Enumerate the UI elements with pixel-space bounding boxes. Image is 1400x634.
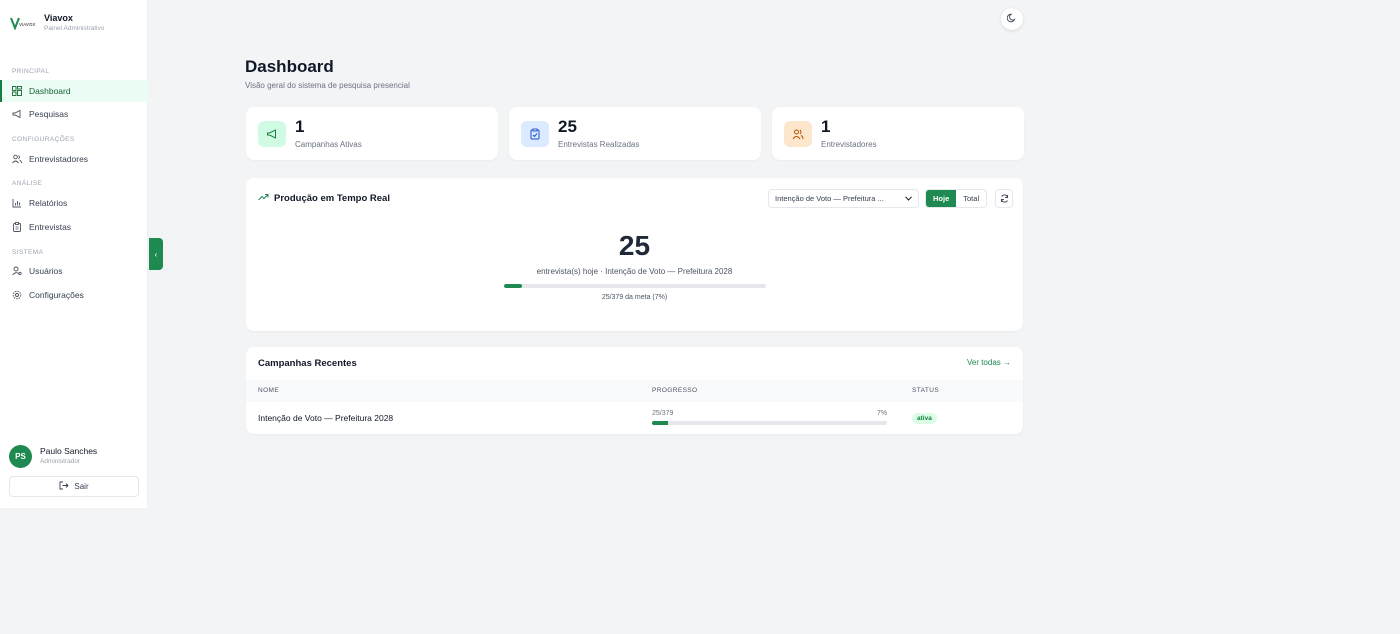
sidebar-item-label: Entrevistadores xyxy=(29,154,89,164)
campaign-name: Intenção de Voto — Prefeitura 2028 xyxy=(258,413,394,423)
gear-icon xyxy=(12,290,22,300)
user-role: Administrador xyxy=(40,458,81,465)
sidebar-item-relatorios[interactable]: Relatórios xyxy=(0,192,148,214)
sidebar-item-pesquisas[interactable]: Pesquisas xyxy=(0,103,148,125)
sidebar: VIAVOX Viavox Painel Administrativo PRIN… xyxy=(0,0,148,508)
user-cog-icon xyxy=(12,266,22,276)
section-label-configuracoes: CONFIGURAÇÕES xyxy=(12,136,75,143)
recent-campaigns-card: Campanhas Recentes Ver todas → NOME PROG… xyxy=(246,347,1023,434)
stat-label: Entrevistas Realizadas xyxy=(558,140,640,149)
logout-icon xyxy=(59,481,70,492)
stat-card-campanhas: 1 Campanhas Ativas xyxy=(246,107,498,160)
moon-icon xyxy=(1006,10,1017,28)
refresh-button[interactable] xyxy=(995,189,1013,208)
campaign-progress-percent: 7% xyxy=(877,410,888,417)
sidebar-item-label: Pesquisas xyxy=(29,109,69,119)
brand-subtitle: Painel Administrativo xyxy=(44,24,105,32)
stat-card-entrevistadores: 1 Entrevistadores xyxy=(772,107,1024,160)
user-profile: PS Paulo Sanches Administrador xyxy=(9,445,97,468)
production-goal-text: 25/379 da meta (7%) xyxy=(601,294,668,301)
page-subtitle: Visão geral do sistema de pesquisa prese… xyxy=(245,81,410,90)
sidebar-item-entrevistas[interactable]: Entrevistas xyxy=(0,216,148,238)
clipboard-icon xyxy=(12,222,22,232)
section-label-principal: PRINCIPAL xyxy=(12,68,50,75)
stat-label: Campanhas Ativas xyxy=(295,140,362,149)
sidebar-item-entrevistadores[interactable]: Entrevistadores xyxy=(0,148,148,170)
status-badge: ativa xyxy=(912,413,937,424)
stat-label: Entrevistadores xyxy=(821,140,877,149)
trending-up-icon xyxy=(258,193,269,204)
avatar: PS xyxy=(9,445,32,468)
sidebar-item-label: Relatórios xyxy=(29,198,68,208)
stat-value: 1 xyxy=(821,117,831,136)
logout-label: Sair xyxy=(74,482,89,491)
refresh-icon xyxy=(1000,190,1009,208)
sidebar-item-dashboard[interactable]: Dashboard xyxy=(0,80,148,102)
chevron-down-icon xyxy=(905,194,912,203)
production-progress-bar xyxy=(504,284,766,288)
toggle-total-button[interactable]: Total xyxy=(956,190,986,207)
view-all-link[interactable]: Ver todas → xyxy=(967,358,1011,367)
brand: VIAVOX Viavox Painel Administrativo xyxy=(10,12,104,34)
campaign-progress-fill xyxy=(652,421,669,425)
sidebar-item-label: Dashboard xyxy=(29,86,71,96)
sidebar-collapse-button[interactable]: ‹ xyxy=(149,238,163,270)
production-progress-fill xyxy=(504,284,523,288)
logout-button[interactable]: Sair xyxy=(9,476,139,497)
brand-name: Viavox xyxy=(44,12,73,23)
campaign-progress-bar xyxy=(652,421,887,425)
table-header: NOME PROGRESSO STATUS xyxy=(246,380,1023,402)
period-toggle: Hoje Total xyxy=(925,189,988,208)
sidebar-item-label: Usuários xyxy=(29,266,63,276)
recent-campaigns-title: Campanhas Recentes xyxy=(258,358,357,369)
campaign-progress-text: 25/379 xyxy=(652,410,674,417)
campaign-select-value: Intenção de Voto — Prefeitura ... xyxy=(775,194,884,203)
user-name: Paulo Sanches xyxy=(40,446,98,456)
bar-chart-icon xyxy=(12,198,22,208)
stat-value: 25 xyxy=(558,117,577,136)
toggle-today-button[interactable]: Hoje xyxy=(926,190,957,207)
table-row[interactable]: Intenção de Voto — Prefeitura 2028 25/37… xyxy=(246,403,1023,433)
production-title-text: Produção em Tempo Real xyxy=(274,193,390,204)
page-title: Dashboard xyxy=(245,57,334,76)
logo-text: VIAVOX xyxy=(19,22,35,27)
megaphone-icon xyxy=(12,109,22,119)
users-icon xyxy=(12,154,22,164)
chevron-left-icon: ‹ xyxy=(154,249,158,259)
users-icon xyxy=(784,121,812,147)
production-count: 25 xyxy=(618,230,651,261)
production-description: entrevista(s) hoje · Intenção de Voto — … xyxy=(536,267,733,276)
column-header-nome: NOME xyxy=(258,387,280,394)
viavox-logo: VIAVOX xyxy=(10,12,38,34)
layout-grid-icon xyxy=(12,86,22,96)
sidebar-item-usuarios[interactable]: Usuários xyxy=(0,260,148,282)
megaphone-icon xyxy=(258,121,286,147)
production-card: Produção em Tempo Real Intenção de Voto … xyxy=(246,178,1023,331)
column-header-progresso: PROGRESSO xyxy=(652,387,698,394)
sidebar-item-label: Entrevistas xyxy=(29,222,72,232)
stat-value: 1 xyxy=(295,117,305,136)
column-header-status: STATUS xyxy=(912,387,940,394)
sidebar-item-configuracoes[interactable]: Configurações xyxy=(0,284,148,306)
clipboard-check-icon xyxy=(521,121,549,147)
campaign-select[interactable]: Intenção de Voto — Prefeitura ... xyxy=(768,189,919,208)
production-title: Produção em Tempo Real xyxy=(258,193,390,204)
theme-toggle-button[interactable] xyxy=(1001,8,1023,30)
section-label-sistema: SISTEMA xyxy=(12,249,44,256)
stat-card-entrevistas: 25 Entrevistas Realizadas xyxy=(509,107,761,160)
sidebar-item-label: Configurações xyxy=(29,290,84,300)
section-label-analise: ANÁLISE xyxy=(12,180,43,187)
